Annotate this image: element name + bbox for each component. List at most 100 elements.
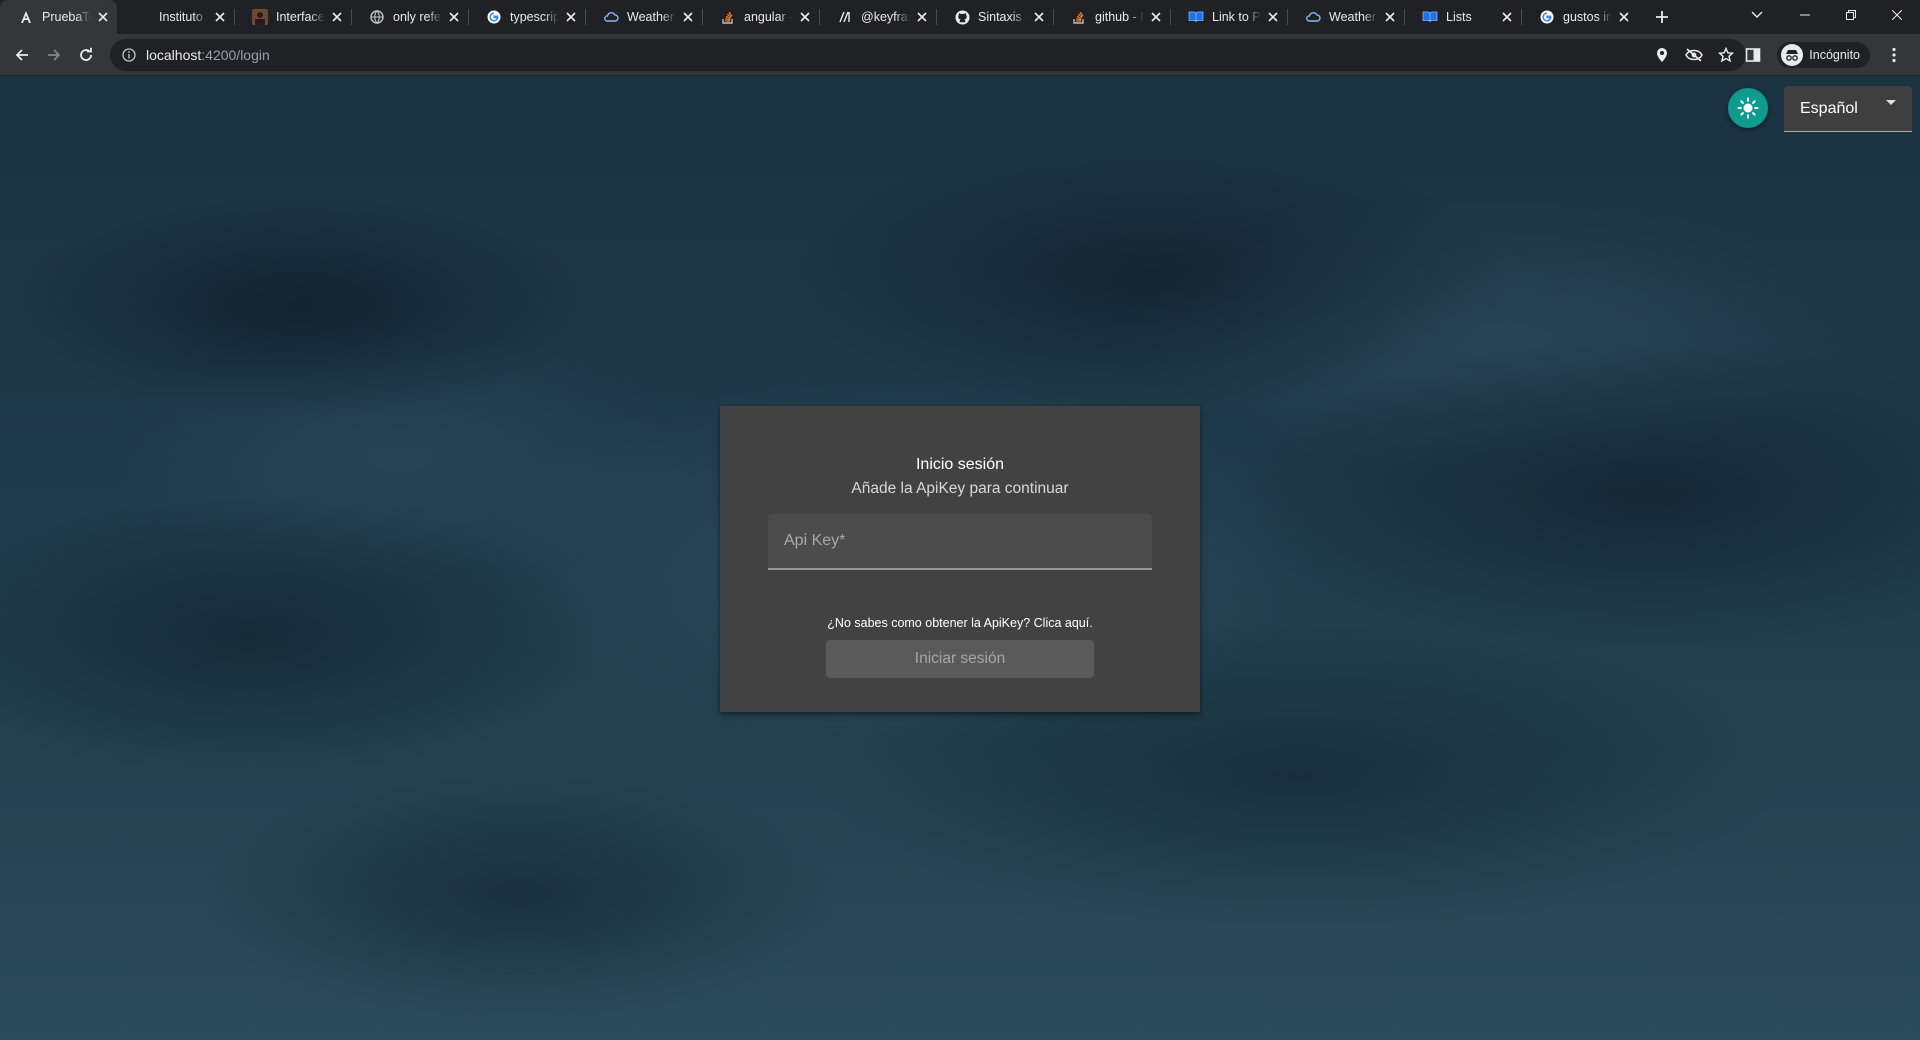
close-icon[interactable] [1148, 9, 1164, 25]
reload-button[interactable] [70, 39, 102, 71]
close-icon[interactable] [329, 9, 345, 25]
weather-icon [1305, 9, 1321, 25]
browser-toolbar: localhost:4200/login Incógnito [0, 34, 1920, 76]
browser-tab[interactable]: Lists [1404, 0, 1521, 34]
stackoverflow-icon [720, 9, 736, 25]
close-icon[interactable] [563, 9, 579, 25]
browser-tab-title: PruebaTec [42, 10, 91, 24]
browser-tab-title: @keyfram [861, 10, 910, 24]
browser-tab-strip: PruebaTec Instituto T Interfaces only re… [0, 0, 1920, 34]
login-page: Español Inicio sesión Añade la ApiKey pa… [0, 76, 1920, 1040]
browser-tab-title: typescript [510, 10, 559, 24]
address-bar[interactable]: localhost:4200/login [110, 39, 1746, 71]
reload-icon [80, 47, 92, 61]
window-controls [1732, 0, 1920, 34]
arrow-left-icon [15, 48, 28, 61]
restore-icon [1846, 10, 1856, 20]
browser-tab-title: angular - [744, 10, 793, 24]
browser-menu-button[interactable] [1878, 39, 1910, 71]
tab-search-button[interactable] [1732, 0, 1782, 30]
apikey-field [768, 514, 1152, 570]
close-window-button[interactable] [1874, 0, 1920, 30]
browser-tab[interactable]: @keyfram [819, 0, 936, 34]
google-icon [486, 9, 502, 25]
apikey-input[interactable] [768, 514, 1152, 568]
apikey-help-link[interactable]: ¿No sabes como obtener la ApiKey? Clica … [720, 616, 1200, 630]
login-title: Inicio sesión [915, 456, 1005, 473]
incognito-badge[interactable]: Incógnito [1777, 42, 1870, 68]
close-icon [1892, 10, 1902, 20]
close-icon[interactable] [1265, 9, 1281, 25]
location-pin-icon[interactable] [1652, 45, 1672, 65]
browser-tab[interactable]: only refere [351, 0, 468, 34]
close-icon[interactable] [914, 9, 930, 25]
close-icon[interactable] [1382, 9, 1398, 25]
arrow-right-icon [48, 48, 61, 61]
login-card: Inicio sesión Añade la ApiKey para conti… [720, 406, 1200, 712]
browser-tab[interactable]: Instituto T [117, 0, 234, 34]
browser-tab-title: Instituto T [159, 10, 208, 24]
more-vertical-icon [1892, 47, 1896, 63]
language-select-value: Español [1800, 99, 1858, 117]
browser-tab[interactable]: Weather D [1287, 0, 1404, 34]
browser-tab[interactable]: Interfaces [234, 0, 351, 34]
dropdown-arrow-icon [1886, 92, 1896, 110]
minimize-button[interactable] [1782, 0, 1828, 30]
browser-tab-title: Link to Pa [1212, 10, 1261, 24]
language-select[interactable]: Español [1784, 86, 1912, 132]
side-panel-icon [1745, 48, 1761, 62]
incognito-label: Incógnito [1809, 48, 1860, 62]
eye-off-icon[interactable] [1684, 45, 1704, 65]
book-icon [1188, 9, 1204, 25]
url-path: :4200/login [201, 47, 270, 63]
url-host: localhost [146, 47, 202, 63]
close-icon[interactable] [1499, 9, 1515, 25]
stackoverflow-icon [1071, 9, 1087, 25]
browser-tab-title: Weather D [1329, 10, 1378, 24]
minimize-icon [1800, 14, 1810, 16]
browser-tab[interactable]: angular - [702, 0, 819, 34]
close-icon[interactable] [797, 9, 813, 25]
new-tab-button[interactable] [1644, 0, 1680, 34]
incognito-icon [1781, 44, 1804, 66]
restore-button[interactable] [1828, 0, 1874, 30]
angular-a-icon [18, 9, 34, 25]
google-icon [1539, 9, 1555, 25]
weather-icon [603, 9, 619, 25]
back-button[interactable] [6, 39, 38, 71]
side-panel-button[interactable] [1737, 39, 1769, 71]
browser-tab[interactable]: github - N [1053, 0, 1170, 34]
close-icon[interactable] [1031, 9, 1047, 25]
plus-icon [1656, 11, 1668, 23]
close-icon[interactable] [212, 9, 228, 25]
url-text: localhost:4200/login [146, 47, 270, 63]
close-icon[interactable] [1616, 9, 1632, 25]
login-button[interactable]: Iniciar sesión [826, 640, 1094, 678]
close-icon[interactable] [446, 9, 462, 25]
book-icon [1422, 9, 1438, 25]
blank-icon [135, 9, 151, 25]
browser-tab[interactable]: Sintaxis de [936, 0, 1053, 34]
login-subtitle: Añade la ApiKey para continuar [851, 480, 1069, 497]
browser-tab[interactable]: typescript [468, 0, 585, 34]
globe-icon [369, 9, 385, 25]
browser-tab-title: Lists [1446, 10, 1472, 24]
forward-button[interactable] [38, 39, 70, 71]
close-icon[interactable] [680, 9, 696, 25]
theme-toggle-button[interactable] [1728, 88, 1768, 128]
sun-icon [1737, 97, 1759, 119]
close-icon[interactable] [95, 9, 111, 25]
browser-tab-title: Weather D [627, 10, 676, 24]
star-icon[interactable] [1716, 45, 1736, 65]
info-icon[interactable] [120, 46, 138, 64]
browser-tab-title: only refere [393, 10, 442, 24]
github-icon [954, 9, 970, 25]
browser-tab[interactable]: Link to Pa [1170, 0, 1287, 34]
browser-tab-title: gustos ing [1563, 10, 1612, 24]
chevron-down-icon [1751, 11, 1763, 18]
browser-tab[interactable]: gustos ing [1521, 0, 1638, 34]
browser-tab[interactable]: PruebaTec [0, 0, 117, 34]
avatar-icon [252, 9, 268, 25]
browser-tab-title: github - N [1095, 10, 1144, 24]
browser-tab[interactable]: Weather D [585, 0, 702, 34]
